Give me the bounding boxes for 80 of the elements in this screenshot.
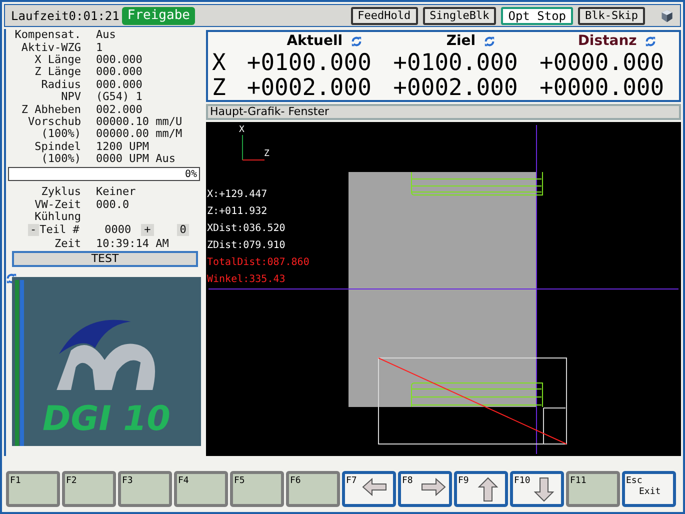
coordinate-value: +0000.000 bbox=[538, 50, 666, 74]
coordinate-value: +0000.000 bbox=[538, 76, 666, 100]
field-value: (G54) 1 bbox=[96, 91, 142, 104]
function-key[interactable]: F5 bbox=[230, 471, 284, 507]
function-key[interactable]: F2 bbox=[62, 471, 116, 507]
window-title: Haupt-Grafik- Fenster bbox=[206, 104, 681, 120]
minus-button[interactable]: - bbox=[28, 224, 39, 236]
field-value: 002.000 bbox=[96, 104, 142, 116]
field-value: 00000.00 mm/M bbox=[96, 128, 182, 140]
readout-text: XDist:036.520 bbox=[207, 222, 286, 236]
axis-label: Z bbox=[264, 148, 270, 161]
function-key[interactable]: F9 bbox=[454, 471, 508, 507]
field-value: Keiner bbox=[96, 186, 136, 198]
field-value: 1200 UPM bbox=[96, 140, 149, 153]
column-header: Ziel bbox=[446, 32, 476, 50]
axis-label: X bbox=[212, 50, 227, 74]
function-key[interactable]: F6 bbox=[286, 471, 340, 507]
field-value: Aus bbox=[96, 29, 116, 42]
field-label: Radius bbox=[40, 78, 81, 91]
toggle-button[interactable]: Blk-Skip bbox=[578, 6, 645, 24]
runtime-label: Laufzeit0:01:21 bbox=[11, 8, 120, 24]
field-label: Aktiv-WZG bbox=[20, 42, 81, 54]
field-label: Z Länge bbox=[34, 66, 81, 78]
coordinate-value: +0002.000 bbox=[246, 76, 372, 100]
function-key[interactable]: F10 bbox=[510, 471, 564, 507]
field-value: 000.000 bbox=[96, 54, 142, 66]
field-label: VW-Zeit bbox=[34, 198, 81, 211]
field-label: Z Abheben bbox=[20, 104, 81, 116]
readout-text: X:+129.447 bbox=[207, 188, 268, 202]
field-label: Kühlung bbox=[34, 211, 81, 224]
readout-text: ZDist:079.910 bbox=[207, 239, 286, 253]
field-value: 000.000 bbox=[96, 78, 142, 91]
coordinate-value: +0100.000 bbox=[392, 50, 519, 74]
toggle-button[interactable]: SingleBlk bbox=[422, 6, 496, 24]
function-key[interactable]: Esc Exit bbox=[622, 471, 676, 507]
readout-text: Z:+011.932 bbox=[207, 205, 268, 219]
field-label: Kompensat. bbox=[14, 29, 81, 42]
refresh-icon[interactable] bbox=[644, 36, 656, 46]
function-key[interactable]: F4 bbox=[174, 471, 228, 507]
status-badge: Freigabe bbox=[122, 6, 195, 24]
field-label: (100%) bbox=[40, 128, 81, 140]
axis-label: X bbox=[239, 124, 244, 137]
field-label: Zyklus bbox=[40, 186, 81, 198]
field-label: NPV bbox=[60, 91, 81, 104]
field-label: Vorschub bbox=[27, 116, 81, 128]
function-key[interactable]: F8 bbox=[398, 471, 452, 507]
axis-indicator-icon bbox=[242, 134, 265, 160]
field-label: Spindel bbox=[34, 140, 81, 153]
function-key[interactable]: F7 bbox=[342, 471, 396, 507]
field-value: 0000 UPM Aus bbox=[96, 153, 176, 166]
refresh-icon[interactable] bbox=[350, 36, 362, 46]
cube-icon[interactable] bbox=[660, 8, 674, 22]
count-display: 0 bbox=[176, 224, 190, 236]
field-label: X Länge bbox=[34, 54, 81, 66]
plus-button[interactable]: + bbox=[141, 224, 154, 236]
readout-text: TotalDist:087.860 bbox=[207, 256, 310, 270]
column-header: Aktuell bbox=[286, 32, 343, 50]
mode-button[interactable]: TEST bbox=[12, 250, 198, 267]
function-key[interactable]: F11 bbox=[566, 471, 620, 507]
function-key[interactable]: F1 bbox=[6, 471, 60, 507]
field-label: (100%) bbox=[41, 153, 81, 166]
field-value: 10:39:14 AM bbox=[96, 238, 169, 250]
logo-text: DGI 10 bbox=[42, 402, 170, 436]
readout-text: Winkel:335.43 bbox=[207, 273, 286, 287]
axis-label: Z bbox=[212, 76, 227, 100]
coordinate-value: +0002.000 bbox=[392, 76, 519, 100]
field-value: 000.0 bbox=[96, 198, 130, 211]
toggle-button[interactable]: FeedHold bbox=[350, 6, 418, 24]
refresh-icon[interactable] bbox=[484, 36, 495, 46]
function-key[interactable]: F3 bbox=[118, 471, 172, 507]
progress-reading: 0% bbox=[184, 168, 198, 182]
toggle-button[interactable]: Opt Stop bbox=[501, 6, 574, 24]
field-label: Zeit bbox=[54, 238, 81, 250]
field-label: Teil # bbox=[40, 222, 80, 238]
field-value: 000.000 bbox=[96, 66, 142, 78]
field-value: 1 bbox=[96, 42, 103, 54]
field-value: 00000.10 mm/U bbox=[96, 116, 182, 128]
field-value: 0000 bbox=[104, 222, 132, 238]
column-header: Distanz bbox=[578, 32, 637, 50]
coordinate-value: +0100.000 bbox=[246, 50, 372, 74]
